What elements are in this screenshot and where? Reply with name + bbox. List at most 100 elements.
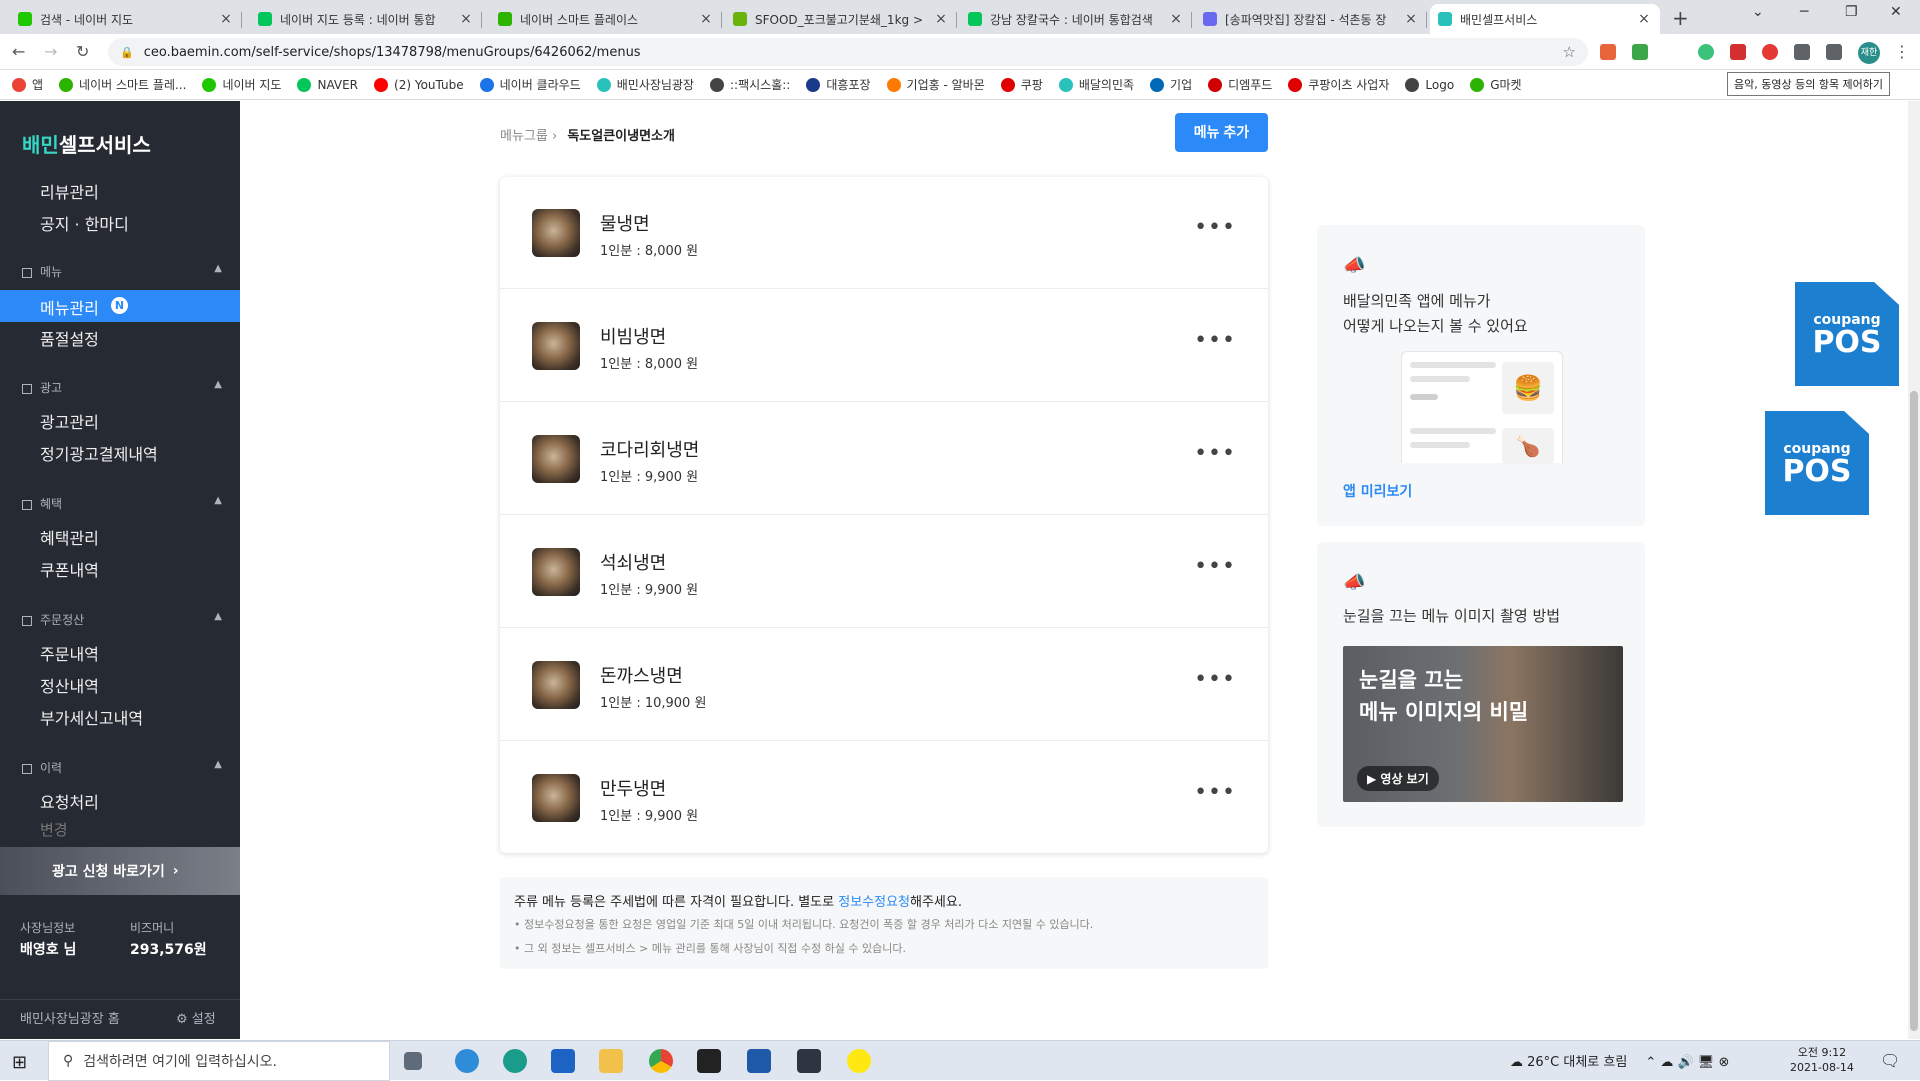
sidebar-section-orders[interactable]: 주문정산 ▲ — [22, 611, 222, 628]
bookmark-item[interactable]: 네이버 스마트 플레... — [59, 76, 186, 93]
owner-name[interactable]: 배영호 님 — [20, 939, 76, 959]
maximize-button[interactable]: ❐ — [1845, 4, 1858, 20]
bookmark-item[interactable]: 네이버 지도 — [202, 76, 281, 93]
close-tab-icon[interactable]: × — [698, 11, 714, 27]
sidebar-item-coupons[interactable]: 쿠폰내역 — [40, 557, 99, 581]
video-thumbnail[interactable]: 눈길을 끄는 메뉴 이미지의 비밀 ▶ 영상 보기 — [1343, 646, 1623, 802]
bookmark-item[interactable]: 쿠팡이츠 사업자 — [1288, 76, 1389, 93]
menu-row[interactable]: 돈까스냉면 1인분 : 10,900 원 ••• — [500, 629, 1268, 741]
browser-tab[interactable]: 네이버 지도 등록 : 네이버 통합 × — [250, 4, 482, 34]
bookmark-item[interactable]: 배민사장님광장 — [596, 76, 694, 93]
more-options-icon[interactable]: ••• — [1194, 215, 1236, 240]
breadcrumb-root[interactable]: 메뉴그룹 — [500, 129, 548, 144]
sidebar-section-history[interactable]: 이력 ▲ — [22, 759, 222, 776]
menu-row[interactable]: 만두냉면 1인분 : 9,900 원 ••• — [500, 742, 1268, 854]
bookmark-item[interactable]: 대흥포장 — [806, 76, 871, 93]
page-scrollbar[interactable] — [1908, 101, 1920, 1039]
sidebar-item-benefit-management[interactable]: 혜택관리 — [40, 525, 99, 549]
more-options-icon[interactable]: ••• — [1194, 780, 1236, 805]
sidebar-item-notice[interactable]: 공지 · 한마디 — [40, 211, 129, 235]
sidebar-item-vat[interactable]: 부가세신고내역 — [40, 705, 143, 729]
ad-apply-banner[interactable]: 광고 신청 바로가기 › — [0, 847, 240, 895]
browser-tab[interactable]: 강남 장칼국수 : 네이버 통합검색 × — [960, 4, 1192, 34]
media-control-icon[interactable] — [1826, 44, 1842, 60]
sidebar-item-soldout[interactable]: 품절설정 — [40, 326, 99, 350]
browser-tab[interactable]: 검색 - 네이버 지도 × — [10, 4, 242, 34]
sidebar-item-menu-management[interactable]: 메뉴관리 N — [0, 290, 240, 322]
bookmark-item[interactable]: 배달의민족 — [1058, 76, 1134, 93]
coupang-pos-widget[interactable]: coupangPOS✥ — [1795, 282, 1899, 386]
bookmark-item[interactable]: ::팩시스홀:: — [710, 76, 790, 93]
profile-avatar[interactable]: 재한 — [1858, 42, 1880, 64]
menu-kebab-icon[interactable]: ⋮ — [1894, 42, 1910, 61]
more-options-icon[interactable]: ••• — [1194, 328, 1236, 353]
bookmark-item[interactable]: 기업 — [1150, 76, 1192, 93]
notification-icon[interactable]: 🗨 — [1880, 1051, 1900, 1070]
back-icon[interactable]: ← — [12, 42, 25, 61]
sidebar-item-reviews[interactable]: 리뷰관리 — [40, 179, 99, 203]
sidebar-item-changes[interactable]: 변경 — [40, 819, 68, 840]
browser-tab[interactable]: SFOOD_포크불고기분쇄_1kg > × — [725, 4, 957, 34]
settings-link[interactable]: ⚙ 설정 — [176, 1008, 216, 1027]
bookmark-item[interactable]: (2) YouTube — [374, 77, 464, 92]
bizmoney-value[interactable]: 293,576원 — [130, 939, 207, 959]
bookmark-item[interactable]: 기업홍 - 알바몬 — [886, 76, 985, 93]
sidebar-section-benefits[interactable]: 혜택 ▲ — [22, 495, 222, 512]
close-tab-icon[interactable]: × — [1403, 11, 1419, 27]
app-preview-link[interactable]: 앱 미리보기 — [1343, 481, 1412, 501]
close-window-button[interactable]: ✕ — [1890, 4, 1902, 20]
close-tab-icon[interactable]: × — [1636, 11, 1652, 27]
ie-icon[interactable] — [455, 1049, 479, 1073]
more-options-icon[interactable]: ••• — [1194, 441, 1236, 466]
scrollbar-thumb[interactable] — [1910, 391, 1918, 1031]
app-icon[interactable] — [797, 1049, 821, 1073]
mail-icon[interactable] — [551, 1049, 575, 1073]
puzzle-icon[interactable] — [1794, 44, 1810, 60]
browser-tab[interactable]: 배민셀프서비스 × — [1430, 4, 1660, 34]
play-video-button[interactable]: ▶ 영상 보기 — [1357, 766, 1439, 791]
bookmark-item[interactable]: Logo — [1405, 77, 1454, 92]
forward-icon[interactable]: → — [44, 42, 57, 61]
sidebar-item-settlements[interactable]: 정산내역 — [40, 673, 99, 697]
extension-icon[interactable] — [1730, 44, 1746, 60]
close-tab-icon[interactable]: × — [1168, 11, 1184, 27]
bookmark-item[interactable]: 쿠팡 — [1000, 76, 1043, 93]
menu-row[interactable]: 석쇠냉면 1인분 : 9,900 원 ••• — [500, 516, 1268, 628]
close-tab-icon[interactable]: × — [218, 11, 234, 27]
new-tab-button[interactable]: + — [1672, 6, 1689, 30]
adblock-icon[interactable] — [1762, 44, 1778, 60]
clock[interactable]: 오전 9:12 2021-08-14 — [1790, 1045, 1854, 1075]
tab-search-icon[interactable]: ⌄ — [1752, 4, 1764, 20]
bookmark-item[interactable]: NAVER — [297, 77, 358, 92]
menu-row[interactable]: 물냉면 1인분 : 8,000 원 ••• — [500, 177, 1268, 289]
add-menu-button[interactable]: 메뉴 추가 — [1175, 113, 1268, 152]
sidebar-item-ad-payments[interactable]: 정기광고결제내역 — [40, 441, 158, 465]
bookmark-item[interactable]: G마켓 — [1470, 76, 1522, 93]
url-bar[interactable]: 🔒 ceo.baemin.com/self-service/shops/1347… — [108, 38, 1588, 66]
owner-home-link[interactable]: 배민사장님광장 홈 — [20, 1008, 120, 1027]
sidebar-item-orders[interactable]: 주문내역 — [40, 641, 99, 665]
bookmark-item[interactable]: 앱 — [12, 76, 43, 93]
sidebar-item-requests[interactable]: 요청처리 — [40, 789, 99, 813]
reload-icon[interactable]: ↻ — [76, 42, 89, 61]
extension-icon[interactable] — [1698, 44, 1714, 60]
info-change-request-link[interactable]: 정보수정요청 — [838, 895, 910, 910]
task-view-icon[interactable] — [404, 1052, 422, 1070]
browser-tab[interactable]: 네이버 스마트 플레이스 × — [490, 4, 722, 34]
coupang-pos-widget[interactable]: coupangPOS✥ — [1765, 411, 1869, 515]
menu-row[interactable]: 코다리회냉면 1인분 : 9,900 원 ••• — [500, 403, 1268, 515]
sidebar-item-ad-management[interactable]: 광고관리 — [40, 409, 99, 433]
pos-app-icon[interactable] — [747, 1049, 771, 1073]
more-options-icon[interactable]: ••• — [1194, 667, 1236, 692]
more-options-icon[interactable]: ••• — [1194, 554, 1236, 579]
chrome-icon[interactable] — [649, 1049, 673, 1073]
kakaotalk-icon[interactable] — [847, 1049, 871, 1073]
browser-tab[interactable]: [송파역맛집] 장칼집 - 석촌동 장 × — [1195, 4, 1427, 34]
weather-text[interactable]: 26°C 대체로 흐림 — [1527, 1055, 1627, 1070]
menu-row[interactable]: 비빔냉면 1인분 : 8,000 원 ••• — [500, 290, 1268, 402]
tray-icons[interactable]: ⌃ ☁ 🔊 🖥 ⊗ — [1645, 1055, 1729, 1070]
sidebar-section-menu[interactable]: 메뉴 ▲ — [22, 263, 222, 280]
sidebar-section-ads[interactable]: 광고 ▲ — [22, 379, 222, 396]
close-tab-icon[interactable]: × — [933, 11, 949, 27]
logo[interactable]: 배민셀프서비스 — [22, 129, 151, 158]
